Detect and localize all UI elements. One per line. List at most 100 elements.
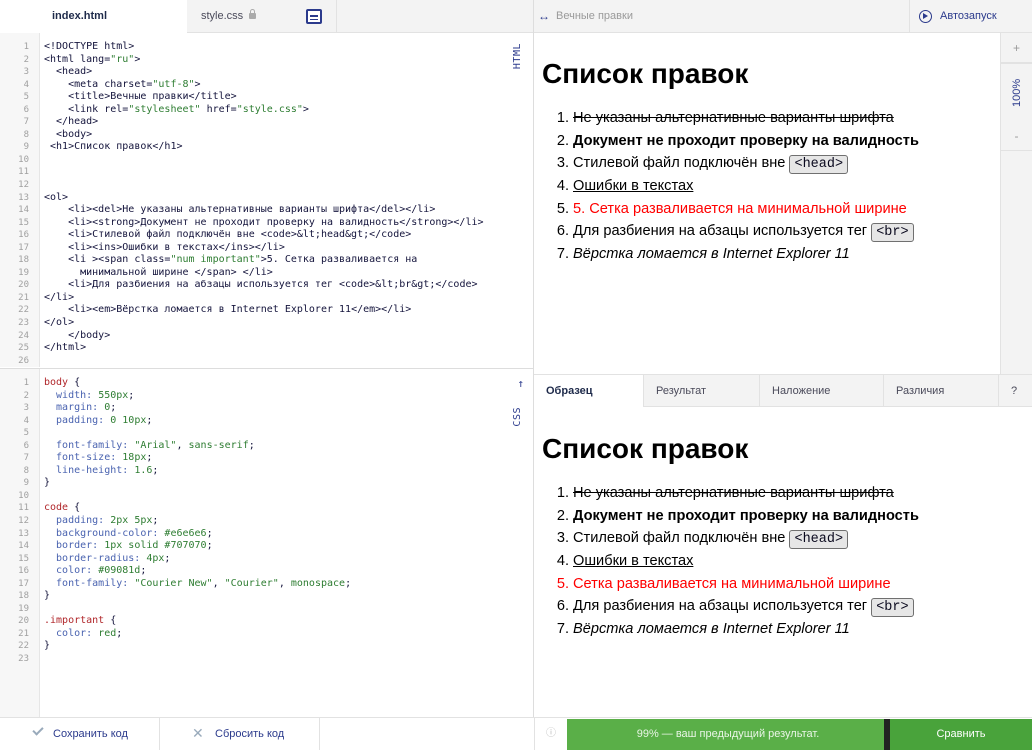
item-number: 1. [556,110,569,126]
code-line[interactable]: <title>Вечные правки</title> [44,91,513,104]
code-line[interactable]: <li>Стилевой файл подключён вне <code>&l… [44,229,513,242]
code-line[interactable] [44,603,513,616]
help-button[interactable]: ? [999,375,1032,407]
code-line[interactable] [44,355,513,368]
sample-heading: Список правок [542,433,749,464]
css-editor[interactable]: 1 2 3 4 5 6 7 8 9 10 11 12 13 14 15 16 17 18 19 20 21 22 23 bo… [0,368,533,717]
code-line[interactable] [44,427,513,440]
code-line[interactable]: </html> [44,342,513,355]
html-code[interactable]: <!DOCTYPE html> <html lang="ru"> <head> <… [44,33,513,367]
item-text: Стилевой файл подключён вне [573,155,790,172]
item-text: 5. Сетка разваливается на минимальной ши… [573,200,907,217]
code-line[interactable]: <ol> [44,192,513,205]
close-icon: ✕ [192,725,204,741]
code-line[interactable]: font-family: "Arial", sans-serif; [44,440,513,453]
code-line[interactable]: <meta charset="utf-8"> [44,79,513,92]
code-line[interactable]: border: 1px solid #707070; [44,540,513,553]
code-line[interactable]: background-color: #e6e6e6; [44,528,513,541]
line-number: 7 [23,117,29,128]
code-line[interactable]: <link rel="stylesheet" href="style.css"> [44,104,513,117]
save-button[interactable]: Сохранить код [0,718,160,750]
autorun-label: Автозапуск [940,10,997,22]
code-line[interactable]: padding: 2px 5px; [44,515,513,528]
code-line[interactable]: </ol> [44,317,513,330]
preview-list: 1. Не указаны альтернативные варианты шри… [542,107,992,266]
code-line[interactable]: padding: 0 10px; [44,415,513,428]
code-line[interactable]: <li><ins>Ошибки в текстах</ins></li> [44,242,513,255]
code-line[interactable]: } [44,590,513,603]
code-line[interactable]: </body> [44,330,513,343]
tab-sample[interactable]: Образец [534,375,644,407]
code-line[interactable] [44,166,513,179]
code-line[interactable]: минимальной ширине </span> </li> [44,267,513,280]
code-line[interactable]: color: red; [44,628,513,641]
arrow-up-icon[interactable]: ↑ [517,377,524,391]
preview-page: Список правок 1. Не указаны альтернативны… [542,58,992,266]
line-number: 15 [18,553,29,564]
inline-code: <br> [871,223,914,243]
code-line[interactable]: margin: 0; [44,402,513,415]
code-line[interactable]: <!DOCTYPE html> [44,41,513,54]
css-code[interactable]: body { width: 550px; margin: 0; padding:… [44,369,513,666]
code-line[interactable]: border-radius: 4px; [44,553,513,566]
code-line[interactable] [44,179,513,192]
line-number: 9 [23,478,29,489]
code-line[interactable] [44,490,513,503]
code-line[interactable]: <li ><span class="num important">5. Сетк… [44,254,513,267]
line-number: 4 [23,79,29,90]
code-line[interactable]: code { [44,502,513,515]
expand-horizontal-icon[interactable]: ↔ [534,0,554,33]
code-line[interactable]: body { [44,377,513,390]
tab-result[interactable]: Результат [644,375,760,407]
code-line[interactable]: <li>Для разбиения на абзацы используется… [44,279,513,292]
item-number: 1. [556,485,569,501]
tab-diff[interactable]: Различия [884,375,999,407]
code-line[interactable] [44,154,513,167]
code-line[interactable]: <h1>Список правок</h1> [44,141,513,154]
reset-button[interactable]: ✕ Сбросить код [160,718,320,750]
info-icon[interactable]: ⓘ [534,718,567,750]
autorun-button[interactable]: Автозапуск [909,0,1032,33]
line-number: 12 [18,516,29,527]
code-line[interactable]: <head> [44,66,513,79]
code-line[interactable]: } [44,477,513,490]
code-line[interactable]: <body> [44,129,513,142]
tab-index-html[interactable]: index.html [0,0,187,33]
code-line[interactable]: } [44,640,513,653]
line-number: 3 [23,403,29,414]
code-line[interactable]: </li> [44,292,513,305]
code-line[interactable]: <html lang="ru"> [44,54,513,67]
item-text: Не указаны альтернативные варианты шрифт… [573,485,894,501]
line-number: 22 [18,641,29,652]
list-item: 2. Документ не проходит проверку на валид… [542,505,992,528]
code-line[interactable]: <li><em>Вёрстка ломается в Internet Expl… [44,304,513,317]
item-text: Для разбиения на абзацы используется тег [573,223,872,240]
lock-icon [249,9,257,19]
line-number: 10 [18,490,29,501]
item-text: Вёрстка ломается в Internet Explorer 11 [573,246,850,263]
code-line[interactable] [44,653,513,666]
line-number: 4 [23,415,29,426]
item-text: Для разбиения на абзацы используется тег [573,598,872,615]
code-line[interactable]: <li><del>Не указаны альтернативные вариа… [44,204,513,217]
zoom-in-button[interactable]: + [1001,33,1032,63]
item-text: Стилевой файл подключён вне [573,530,790,547]
code-line[interactable]: </head> [44,116,513,129]
zoom-level: 100% [1001,63,1032,121]
code-line[interactable]: width: 550px; [44,390,513,403]
code-line[interactable]: color: #09081d; [44,565,513,578]
zoom-out-button[interactable]: - [1001,121,1032,151]
tab-overlay[interactable]: Наложение [760,375,884,407]
preview-panel: ↔ Вечные правки Автозапуск + 100% - Спис… [534,0,1032,374]
code-line[interactable]: font-family: "Courier New", "Courier", m… [44,578,513,591]
layout-toggle-icon[interactable] [306,9,322,24]
line-number: 23 [18,654,29,665]
code-line[interactable]: <li><strong>Документ не проходит проверк… [44,217,513,230]
compare-button[interactable]: Сравнить [890,719,1032,750]
line-numbers: 1 2 3 4 5 6 7 8 9 10 11 12 13 14 15 16 17 18 19 20 21 22 23 24 2… [0,33,40,367]
code-line[interactable]: .important { [44,615,513,628]
line-number: 10 [18,154,29,165]
code-line[interactable]: line-height: 1.6; [44,465,513,478]
code-line[interactable]: font-size: 18px; [44,452,513,465]
html-editor[interactable]: 1 2 3 4 5 6 7 8 9 10 11 12 13 14 15 16 17 18 19 20 21 22 23 24 2… [0,33,533,367]
